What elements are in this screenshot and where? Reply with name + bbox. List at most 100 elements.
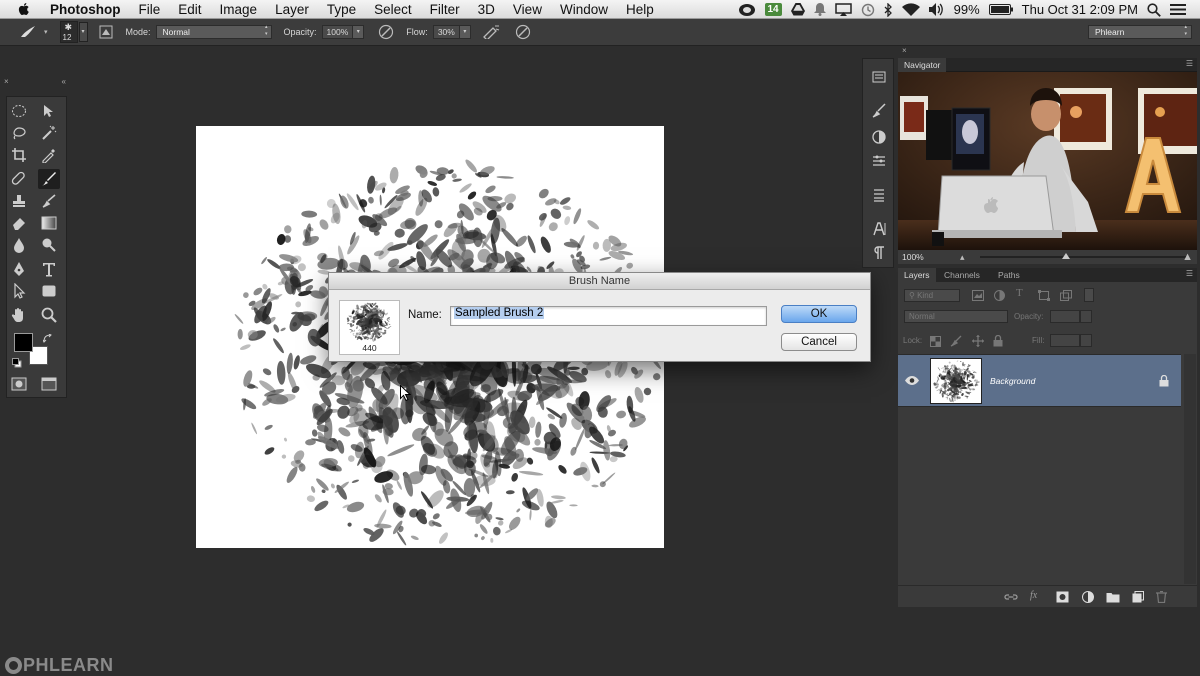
pressure-size-icon[interactable]: [513, 22, 533, 42]
google-drive-icon[interactable]: [790, 3, 805, 16]
history-brush-tool-icon[interactable]: [38, 191, 60, 211]
layer-locked-icon[interactable]: [1159, 375, 1169, 387]
type-tool-icon[interactable]: [38, 259, 60, 279]
properties-panel-icon[interactable]: [871, 153, 887, 169]
clock[interactable]: Thu Oct 31 2:09 PM: [1022, 2, 1138, 17]
layer-filter-kind-dropdown[interactable]: ⚲ Kind: [904, 289, 960, 302]
default-colors-icon[interactable]: [12, 355, 22, 373]
menu-filter[interactable]: Filter: [421, 2, 469, 17]
rectangle-tool-icon[interactable]: [38, 281, 60, 301]
tools-collapse-icon[interactable]: «: [62, 77, 66, 86]
notification-bell-icon[interactable]: [813, 3, 826, 16]
healing-brush-tool-icon[interactable]: [8, 169, 30, 189]
layer-opacity-arrow-icon[interactable]: [1080, 310, 1092, 323]
bluetooth-icon[interactable]: [884, 2, 893, 17]
menu-view[interactable]: View: [504, 2, 551, 17]
pressure-opacity-icon[interactable]: [376, 22, 396, 42]
menu-edit[interactable]: Edit: [169, 2, 210, 17]
path-selection-tool-icon[interactable]: [8, 281, 30, 301]
quick-mask-icon[interactable]: [8, 374, 30, 394]
move-tool-icon[interactable]: [38, 101, 60, 121]
mode-dropdown[interactable]: Normal: [155, 24, 272, 39]
crop-tool-icon[interactable]: [8, 145, 30, 165]
apple-icon[interactable]: [16, 1, 32, 17]
new-adjustment-layer-icon[interactable]: [1082, 591, 1094, 603]
filter-adjustment-icon[interactable]: [994, 290, 1005, 301]
cancel-button[interactable]: Cancel: [781, 333, 857, 351]
pen-tool-icon[interactable]: [8, 259, 30, 279]
eraser-tool-icon[interactable]: [8, 213, 30, 233]
filter-toggle[interactable]: [1084, 288, 1094, 302]
ok-button[interactable]: OK: [781, 305, 857, 323]
opacity-input[interactable]: 100%: [321, 25, 354, 39]
zoom-out-icon[interactable]: ▴: [960, 250, 965, 264]
spotlight-search-icon[interactable]: [1147, 2, 1161, 17]
layers-scrollbar[interactable]: [1184, 354, 1196, 584]
tab-channels[interactable]: Channels: [938, 268, 986, 282]
gradient-tool-icon[interactable]: [38, 213, 60, 233]
brush-size-picker[interactable]: ✱ 12: [59, 21, 78, 43]
menu-help[interactable]: Help: [617, 2, 663, 17]
hand-tool-icon[interactable]: [8, 305, 30, 325]
menu-3d[interactable]: 3D: [469, 2, 504, 17]
lock-transparent-icon[interactable]: [930, 336, 941, 347]
filter-type-icon[interactable]: T: [1016, 287, 1023, 299]
blend-mode-dropdown[interactable]: Normal: [904, 310, 1008, 323]
elliptical-marquee-tool-icon[interactable]: [8, 101, 30, 121]
menu-window[interactable]: Window: [551, 2, 617, 17]
lock-all-icon[interactable]: [993, 335, 1003, 347]
brush-panel-toggle-icon[interactable]: [96, 22, 116, 42]
new-group-folder-icon[interactable]: [1106, 591, 1120, 603]
paragraph-panel-icon[interactable]: [871, 245, 887, 261]
creative-cloud-icon[interactable]: [738, 3, 756, 17]
brush-preset-arrow-icon[interactable]: ▾: [44, 28, 48, 36]
blur-tool-icon[interactable]: [8, 235, 30, 255]
eyedropper-tool-icon[interactable]: [38, 145, 60, 165]
lock-position-icon[interactable]: [972, 335, 984, 347]
layer-styles-fx-icon[interactable]: fx: [1030, 590, 1037, 601]
layer-opacity-input[interactable]: [1050, 310, 1080, 323]
menu-file[interactable]: File: [130, 2, 170, 17]
lasso-tool-icon[interactable]: [8, 123, 30, 143]
zoom-slider[interactable]: [980, 256, 1186, 258]
airplay-icon[interactable]: [834, 3, 852, 16]
brush-size-arrow-icon[interactable]: ▾: [78, 22, 88, 42]
flow-arrow-icon[interactable]: ▾: [459, 25, 471, 39]
brush-panel-icon[interactable]: [871, 103, 887, 119]
history-panel-icon[interactable]: [871, 69, 887, 85]
brush-name-input[interactable]: Sampled Brush 2: [450, 306, 767, 326]
swap-colors-icon[interactable]: [42, 331, 53, 349]
navigator-tab[interactable]: Navigator: [898, 58, 947, 72]
magic-wand-tool-icon[interactable]: [38, 123, 60, 143]
navigator-zoom-value[interactable]: 100%: [902, 252, 924, 262]
battery-percent[interactable]: 99%: [954, 2, 980, 17]
brush-preset-icon[interactable]: [18, 22, 38, 42]
battery-icon[interactable]: [988, 4, 1013, 15]
fill-arrow-icon[interactable]: [1080, 334, 1092, 347]
lock-image-icon[interactable]: [950, 335, 962, 347]
foreground-color-swatch[interactable]: [14, 333, 33, 352]
fill-input[interactable]: [1050, 334, 1080, 347]
opacity-arrow-icon[interactable]: ▾: [353, 25, 365, 39]
new-layer-icon[interactable]: [1132, 591, 1144, 603]
layers-menu-icon[interactable]: ☰: [1186, 269, 1193, 278]
flow-input[interactable]: 30%: [432, 25, 460, 39]
wifi-icon[interactable]: [901, 3, 920, 16]
layer-row-background[interactable]: Background: [898, 354, 1181, 407]
tab-layers[interactable]: Layers: [898, 268, 936, 282]
time-machine-icon[interactable]: [861, 3, 875, 17]
notification-center-icon[interactable]: [1170, 3, 1186, 16]
menu-app-name[interactable]: Photoshop: [44, 2, 130, 17]
menu-select[interactable]: Select: [365, 2, 421, 17]
layer-visibility-eye-icon[interactable]: [905, 376, 919, 385]
brush-tool-icon[interactable]: [38, 169, 60, 189]
tab-paths[interactable]: Paths: [992, 268, 1026, 282]
layer-name[interactable]: Background: [990, 376, 1035, 386]
filter-pixel-icon[interactable]: [972, 290, 984, 301]
adjustments-panel-icon[interactable]: [871, 129, 887, 145]
zoom-slider-knob[interactable]: [1062, 253, 1070, 259]
link-layers-icon[interactable]: [1004, 591, 1018, 603]
clone-stamp-tool-icon[interactable]: [8, 191, 30, 211]
delete-layer-trash-icon[interactable]: [1156, 591, 1167, 603]
tools-close-icon[interactable]: ×: [4, 77, 9, 86]
